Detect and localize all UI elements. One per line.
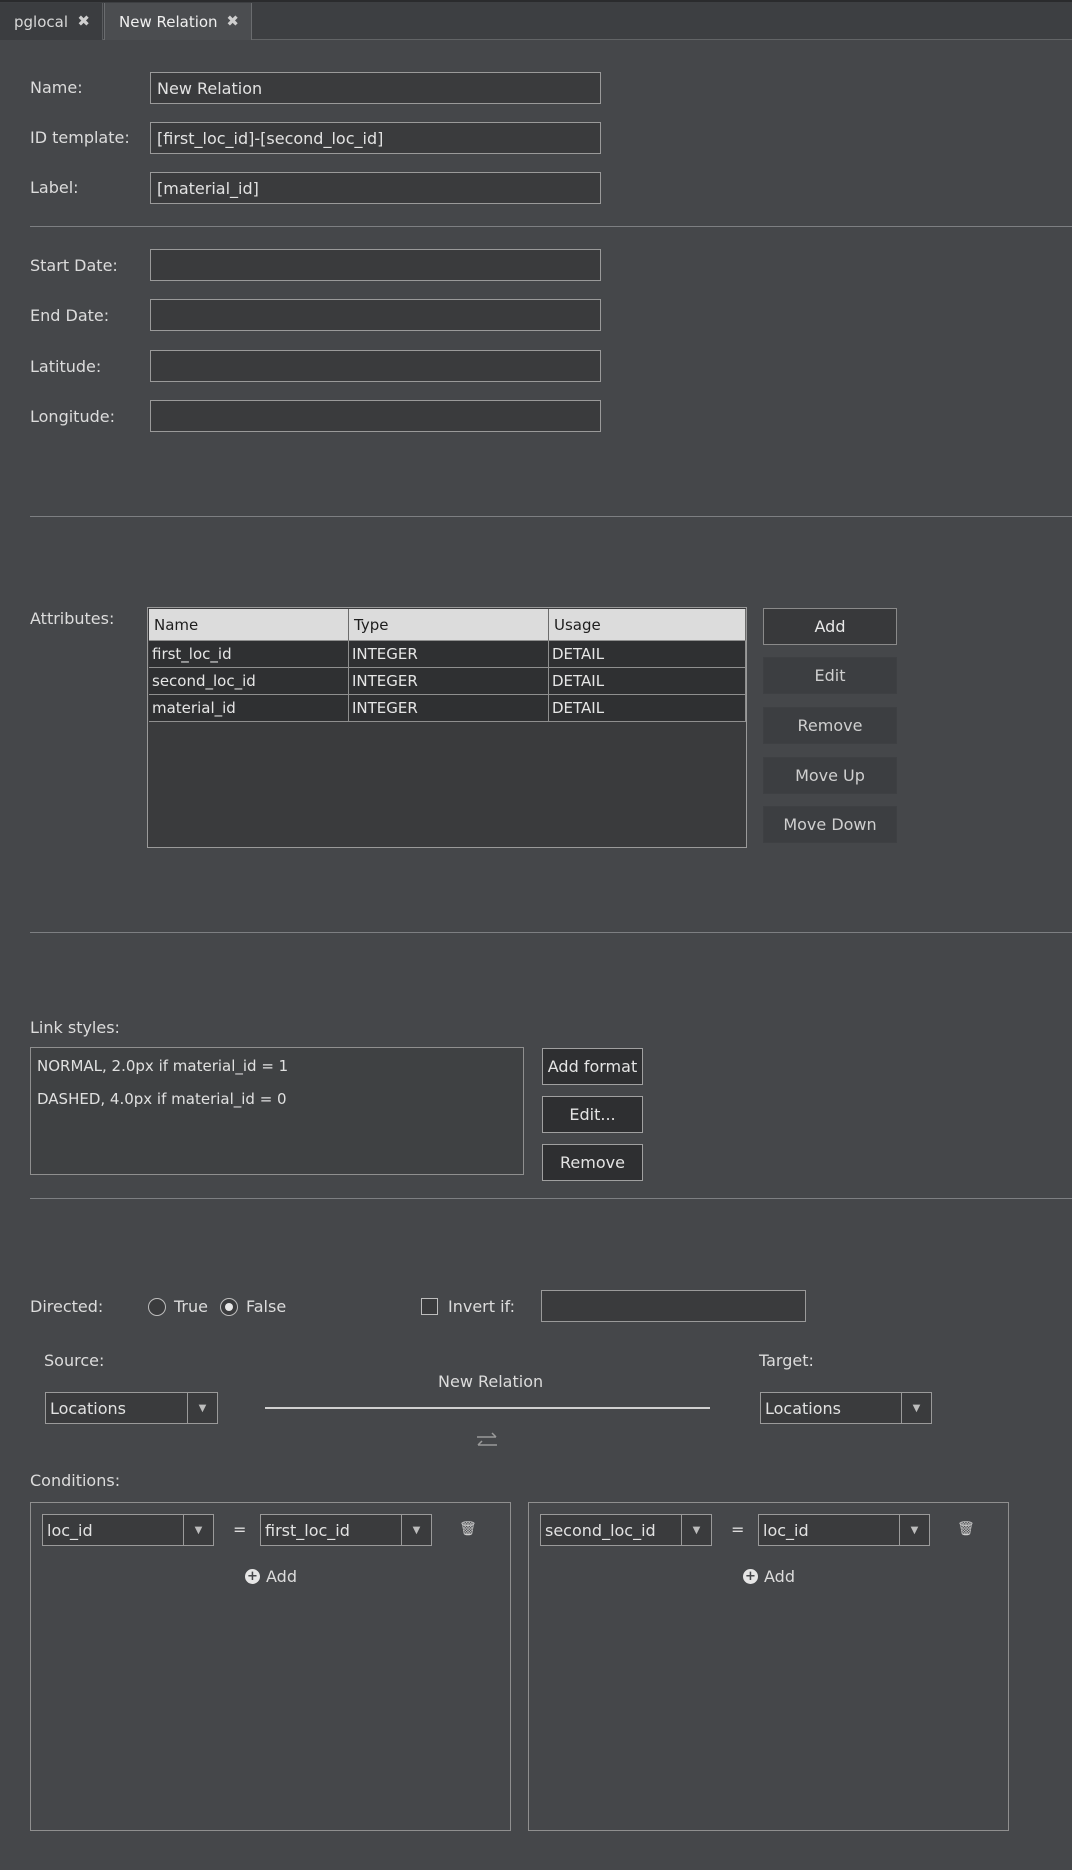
id-template-label: ID template: [30, 128, 130, 147]
invert-if-label: Invert if: [448, 1297, 516, 1316]
divider [30, 932, 1072, 933]
table-cell: DETAIL [549, 695, 746, 722]
end-date-label: End Date: [30, 306, 110, 325]
latitude-field[interactable] [150, 350, 601, 382]
table-cell: INTEGER [349, 668, 549, 695]
name-field[interactable]: New Relation [150, 72, 601, 104]
edit-format-button[interactable]: Edit... [542, 1096, 643, 1133]
link-styles-label: Link styles: [30, 1018, 120, 1037]
directed-label: Directed: [30, 1297, 104, 1316]
tab-label: New Relation [119, 12, 218, 31]
label-label: Label: [30, 178, 79, 197]
column-header-usage[interactable]: Usage [549, 609, 746, 641]
relation-line [265, 1407, 710, 1409]
add-condition-label: Add [764, 1567, 795, 1586]
condition-value-value: loc_id [763, 1520, 809, 1540]
column-header-type[interactable]: Type [349, 609, 549, 641]
equals-sign: = [731, 1520, 745, 1539]
close-icon[interactable]: ✖ [226, 12, 239, 30]
plus-circle-icon: + [245, 1569, 260, 1584]
directed-true-label: True [174, 1297, 208, 1316]
directed-false-label: False [246, 1297, 287, 1316]
start-date-label: Start Date: [30, 256, 118, 275]
id-template-field[interactable]: [first_loc_id]-[second_loc_id] [150, 122, 601, 154]
move-down-button[interactable]: Move Down [763, 806, 897, 843]
invert-if-checkbox[interactable] [421, 1298, 438, 1315]
table-cell: INTEGER [349, 695, 549, 722]
chevron-down-icon[interactable]: ▼ [401, 1515, 431, 1545]
table-cell: first_loc_id [149, 641, 349, 668]
condition-value-select[interactable]: loc_id ▼ [758, 1514, 930, 1546]
directed-false-radio[interactable] [220, 1298, 238, 1316]
source-select-value: Locations [50, 1398, 127, 1418]
list-item[interactable]: DASHED, 4.0px if material_id = 0 [37, 1090, 287, 1108]
chevron-down-icon[interactable]: ▼ [901, 1393, 931, 1423]
table-cell: material_id [149, 695, 349, 722]
condition-value-value: first_loc_id [265, 1520, 350, 1540]
table-header: Name Type Usage [149, 609, 746, 641]
add-condition-button[interactable]: + Add [743, 1567, 795, 1586]
divider [30, 1198, 1072, 1199]
tab-label: pglocal [14, 12, 68, 31]
target-select-value: Locations [765, 1398, 842, 1418]
chevron-down-icon[interactable]: ▼ [183, 1515, 213, 1545]
add-condition-button[interactable]: + Add [245, 1567, 297, 1586]
condition-field-select[interactable]: loc_id ▼ [42, 1514, 214, 1546]
add-attribute-button[interactable]: Add [763, 608, 897, 645]
condition-field-value: second_loc_id [545, 1520, 656, 1540]
chevron-down-icon[interactable]: ▼ [681, 1515, 711, 1545]
target-label: Target: [759, 1351, 814, 1370]
end-date-field[interactable] [150, 299, 601, 331]
start-date-field[interactable] [150, 249, 601, 281]
table-cell: second_loc_id [149, 668, 349, 695]
add-format-button[interactable]: Add format [542, 1048, 643, 1085]
table-row[interactable]: second_loc_id INTEGER DETAIL [149, 668, 746, 695]
divider [30, 516, 1072, 517]
move-up-button[interactable]: Move Up [763, 757, 897, 794]
swap-arrows-icon[interactable] [474, 1430, 500, 1452]
source-label: Source: [44, 1351, 105, 1370]
longitude-label: Longitude: [30, 407, 115, 426]
chevron-down-icon[interactable]: ▼ [899, 1515, 929, 1545]
chevron-down-icon[interactable]: ▼ [187, 1393, 217, 1423]
tab-pglocal[interactable]: pglocal ✖ [0, 3, 103, 40]
condition-value-select[interactable]: first_loc_id ▼ [260, 1514, 432, 1546]
list-item[interactable]: NORMAL, 2.0px if material_id = 1 [37, 1057, 288, 1075]
condition-field-value: loc_id [47, 1520, 93, 1540]
target-conditions-panel [528, 1502, 1009, 1831]
longitude-field[interactable] [150, 400, 601, 432]
trash-icon[interactable]: 🗑 [957, 1521, 975, 1537]
table-cell: DETAIL [549, 668, 746, 695]
table-cell: DETAIL [549, 641, 746, 668]
tab-new-relation[interactable]: New Relation ✖ [104, 3, 252, 40]
column-header-name[interactable]: Name [149, 609, 349, 641]
table-cell: INTEGER [349, 641, 549, 668]
attributes-table: Name Type Usage first_loc_id INTEGER DET… [147, 607, 747, 848]
divider [30, 226, 1072, 227]
attributes-label: Attributes: [30, 609, 115, 628]
label-field[interactable]: [material_id] [150, 172, 601, 204]
add-condition-label: Add [266, 1567, 297, 1586]
invert-if-field[interactable] [541, 1290, 806, 1322]
latitude-label: Latitude: [30, 357, 102, 376]
trash-icon[interactable]: 🗑 [459, 1521, 477, 1537]
condition-field-select[interactable]: second_loc_id ▼ [540, 1514, 712, 1546]
target-select[interactable]: Locations ▼ [760, 1392, 932, 1424]
source-select[interactable]: Locations ▼ [45, 1392, 218, 1424]
directed-true-radio[interactable] [148, 1298, 166, 1316]
link-styles-list[interactable]: NORMAL, 2.0px if material_id = 1 DASHED,… [30, 1047, 524, 1175]
table-row[interactable]: material_id INTEGER DETAIL [149, 695, 746, 722]
equals-sign: = [233, 1520, 247, 1539]
conditions-label: Conditions: [30, 1471, 121, 1490]
relation-name: New Relation [438, 1372, 544, 1391]
plus-circle-icon: + [743, 1569, 758, 1584]
table-row[interactable]: first_loc_id INTEGER DETAIL [149, 641, 746, 668]
edit-attribute-button[interactable]: Edit [763, 657, 897, 694]
remove-format-button[interactable]: Remove [542, 1144, 643, 1181]
remove-attribute-button[interactable]: Remove [763, 707, 897, 744]
source-conditions-panel [30, 1502, 511, 1831]
name-label: Name: [30, 78, 83, 97]
close-icon[interactable]: ✖ [77, 12, 90, 30]
